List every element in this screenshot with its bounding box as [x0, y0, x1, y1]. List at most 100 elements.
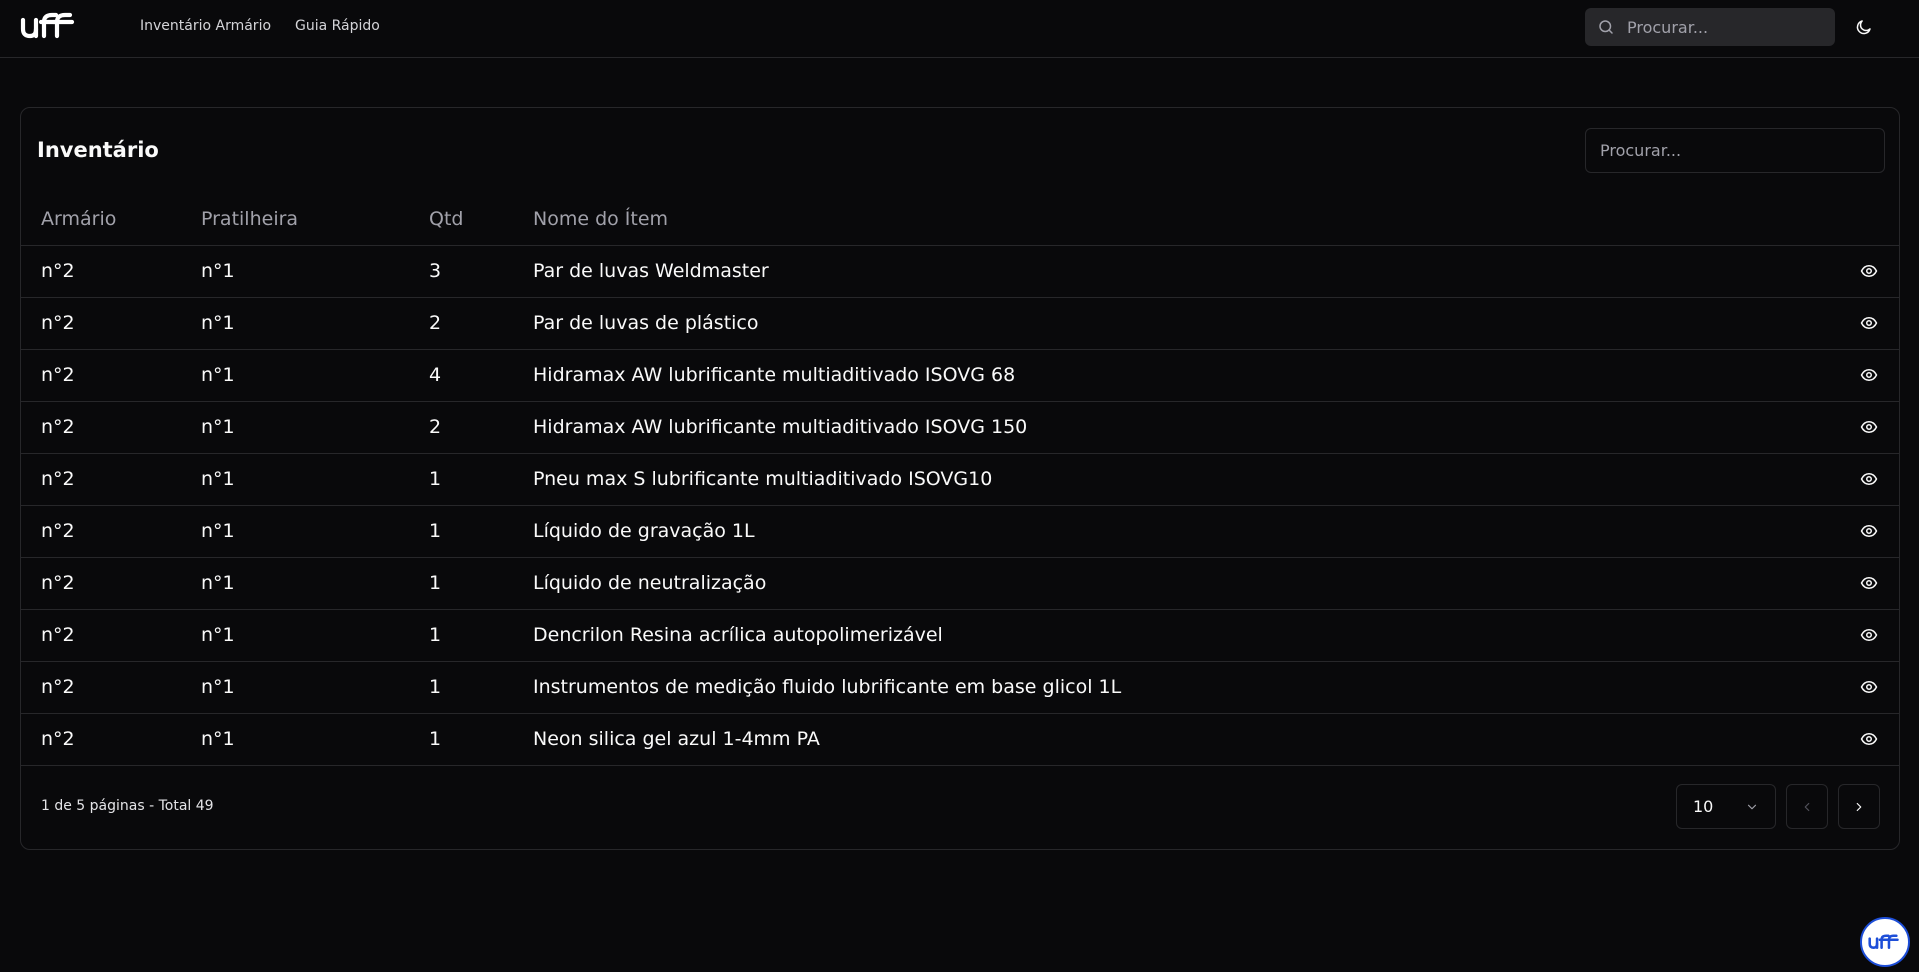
cell-nome: Hidramax AW lubrificante multiaditivado …	[533, 401, 1839, 454]
cell-nome: Dencrilon Resina acrílica autopolimerizá…	[533, 609, 1839, 662]
eye-icon	[1860, 628, 1878, 641]
cell-nome: Pneu max S lubrificante multiaditivado I…	[533, 453, 1839, 506]
cell-armario: n°2	[21, 297, 201, 350]
cell-armario: n°2	[21, 713, 201, 766]
cell-actions	[1839, 297, 1899, 350]
inventory-card: Inventário Armário Pratilheira Qtd Nome …	[20, 107, 1900, 850]
cell-actions	[1839, 661, 1899, 714]
cell-qtd: 2	[429, 297, 533, 350]
cell-prateleira: n°1	[201, 297, 429, 350]
page-size-value: 10	[1693, 797, 1714, 816]
cell-prateleira: n°1	[201, 609, 429, 662]
cell-armario: n°2	[21, 557, 201, 610]
nav-guia-rapido[interactable]: Guia Rápido	[295, 18, 380, 34]
view-item-button[interactable]	[1856, 570, 1882, 596]
view-item-button[interactable]	[1856, 414, 1882, 440]
pagination-summary: 1 de 5 páginas - Total 49	[41, 798, 214, 814]
table-row: n°2 n°1 4 Hidramax AW lubrificante multiadi…	[21, 349, 1899, 402]
column-header-actions	[1839, 193, 1899, 246]
chevron-left-icon	[1804, 802, 1810, 811]
view-item-button[interactable]	[1856, 518, 1882, 544]
table-header-row: Armário Pratilheira Qtd Nome do Ítem	[21, 193, 1899, 246]
cell-qtd: 2	[429, 401, 533, 454]
cell-armario: n°2	[21, 245, 201, 298]
column-header-qtd[interactable]: Qtd	[429, 193, 533, 246]
table-row: n°2 n°1 2 Par de luvas de plástico	[21, 297, 1899, 350]
eye-icon	[1860, 576, 1878, 589]
cell-prateleira: n°1	[201, 505, 429, 558]
eye-icon	[1860, 368, 1878, 381]
inventory-title: Inventário	[37, 138, 159, 162]
cell-prateleira: n°1	[201, 453, 429, 506]
next-page-button[interactable]	[1838, 784, 1880, 829]
cell-qtd: 1	[429, 557, 533, 610]
uff-floating-button[interactable]	[1860, 917, 1910, 967]
chevron-right-icon	[1856, 802, 1862, 811]
view-item-button[interactable]	[1856, 726, 1882, 752]
cell-nome: Par de luvas de plástico	[533, 297, 1839, 350]
cell-actions	[1839, 245, 1899, 298]
global-search[interactable]	[1585, 8, 1835, 46]
top-navbar: Inventário Armário Guia Rápido	[0, 0, 1919, 58]
table-row: n°2 n°1 1 Líquido de neutralização	[21, 557, 1899, 610]
cell-nome: Líquido de neutralização	[533, 557, 1839, 610]
view-item-button[interactable]	[1856, 258, 1882, 284]
table-row: n°2 n°1 1 Dencrilon Resina acrílica autopol…	[21, 609, 1899, 662]
cell-actions	[1839, 713, 1899, 766]
cell-nome: Par de luvas Weldmaster	[533, 245, 1839, 298]
eye-icon	[1860, 524, 1878, 537]
cell-actions	[1839, 505, 1899, 558]
eye-icon	[1860, 316, 1878, 329]
inventory-search-input[interactable]	[1585, 128, 1885, 173]
nav-inventario-armario[interactable]: Inventário Armário	[140, 18, 271, 34]
view-item-button[interactable]	[1856, 310, 1882, 336]
previous-page-button[interactable]	[1786, 784, 1828, 829]
eye-icon	[1860, 472, 1878, 485]
view-item-button[interactable]	[1856, 674, 1882, 700]
table-row: n°2 n°1 3 Par de luvas Weldmaster	[21, 245, 1899, 298]
cell-qtd: 1	[429, 505, 533, 558]
cell-qtd: 1	[429, 661, 533, 714]
cell-armario: n°2	[21, 661, 201, 714]
table-row: n°2 n°1 2 Hidramax AW lubrificante multiadi…	[21, 401, 1899, 454]
cell-nome: Líquido de gravação 1L	[533, 505, 1839, 558]
cell-actions	[1839, 609, 1899, 662]
cell-nome: Hidramax AW lubrificante multiaditivado …	[533, 349, 1839, 402]
cell-qtd: 4	[429, 349, 533, 402]
eye-icon	[1860, 732, 1878, 745]
view-item-button[interactable]	[1856, 362, 1882, 388]
cell-armario: n°2	[21, 401, 201, 454]
eye-icon	[1860, 264, 1878, 277]
eye-icon	[1860, 680, 1878, 693]
cell-actions	[1839, 349, 1899, 402]
cell-prateleira: n°1	[201, 401, 429, 454]
cell-actions	[1839, 401, 1899, 454]
uff-logo[interactable]	[20, 11, 80, 41]
cell-armario: n°2	[21, 505, 201, 558]
column-header-nome[interactable]: Nome do Ítem	[533, 193, 1839, 246]
page-size-select[interactable]: 10	[1676, 784, 1776, 829]
eye-icon	[1860, 420, 1878, 433]
view-item-button[interactable]	[1856, 466, 1882, 492]
view-item-button[interactable]	[1856, 622, 1882, 648]
cell-actions	[1839, 557, 1899, 610]
table-row: n°2 n°1 1 Neon silica gel azul 1-4mm PA	[21, 713, 1899, 766]
cell-prateleira: n°1	[201, 661, 429, 714]
cell-actions	[1839, 453, 1899, 506]
cell-armario: n°2	[21, 609, 201, 662]
moon-icon	[1856, 20, 1871, 35]
table-row: n°2 n°1 1 Líquido de gravação 1L	[21, 505, 1899, 558]
cell-nome: Instrumentos de medição fluido lubrifica…	[533, 661, 1839, 714]
uff-logo-small	[1868, 934, 1899, 949]
cell-prateleira: n°1	[201, 245, 429, 298]
column-header-prateleira[interactable]: Pratilheira	[201, 193, 429, 246]
inventory-table: Armário Pratilheira Qtd Nome do Ítem n°2…	[21, 193, 1899, 766]
cell-prateleira: n°1	[201, 713, 429, 766]
table-row: n°2 n°1 1 Pneu max S lubrificante multiadit…	[21, 453, 1899, 506]
global-search-input[interactable]	[1625, 16, 1815, 38]
cell-prateleira: n°1	[201, 557, 429, 610]
column-header-armario[interactable]: Armário	[21, 193, 201, 246]
cell-prateleira: n°1	[201, 349, 429, 402]
cell-qtd: 1	[429, 713, 533, 766]
theme-toggle-button[interactable]	[1851, 14, 1877, 40]
